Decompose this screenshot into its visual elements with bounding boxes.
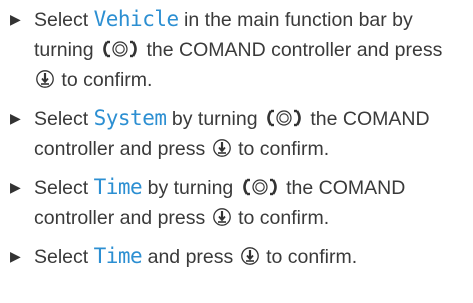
menu-item-time: Time <box>93 244 143 268</box>
step-text: to confirm. <box>260 246 358 268</box>
controller-turn-icon <box>241 178 279 196</box>
menu-item-vehicle: Vehicle <box>93 7 180 31</box>
step-text: Select <box>34 177 94 199</box>
instruction-step-1: ▶ Select Vehicle in the main function bar… <box>8 4 467 95</box>
step-text: to confirm. <box>56 69 153 91</box>
step-text: to confirm. <box>232 138 330 160</box>
instruction-step-2: ▶ Select System by turning the COMAND con… <box>8 103 467 164</box>
step-text: Select <box>34 108 94 130</box>
controller-turn-icon <box>265 109 303 127</box>
bullet-icon: ▶ <box>10 110 21 126</box>
controller-press-icon <box>35 69 55 89</box>
step-text: the COMAND controller and press <box>141 39 443 61</box>
step-text: and press <box>142 246 239 268</box>
controller-press-icon <box>212 207 232 227</box>
step-text: by turning <box>166 108 263 130</box>
controller-press-icon <box>212 138 232 158</box>
bullet-icon: ▶ <box>10 248 21 264</box>
step-text: by turning <box>142 177 239 199</box>
instruction-step-4: ▶ Select Time and press to confirm. <box>8 241 467 272</box>
step-text: Select <box>34 246 94 268</box>
step-text: to confirm. <box>232 207 330 229</box>
instruction-page: ▶ Select Vehicle in the main function bar… <box>0 0 473 303</box>
menu-item-time: Time <box>93 175 143 199</box>
controller-press-icon <box>240 246 260 266</box>
bullet-icon: ▶ <box>10 179 21 195</box>
controller-turn-icon <box>101 40 139 58</box>
instruction-step-3: ▶ Select Time by turning the COMAND contr… <box>8 172 467 233</box>
step-text: Select <box>34 9 94 31</box>
bullet-icon: ▶ <box>10 11 21 27</box>
menu-item-system: System <box>93 106 167 130</box>
